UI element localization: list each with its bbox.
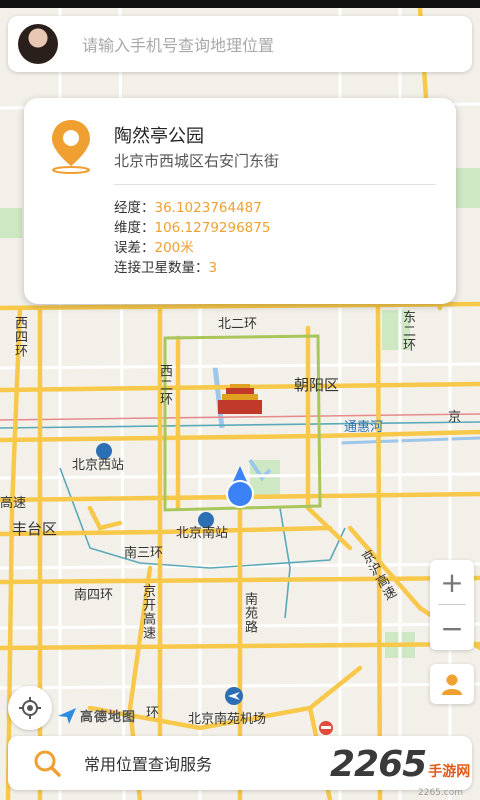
- satellites-label: 连接卫星数量：: [114, 260, 209, 276]
- frequent-location-label: 常用位置查询服务: [84, 755, 213, 774]
- water: [339, 436, 480, 445]
- current-location-marker: [226, 466, 254, 508]
- error-label: 误差：: [114, 240, 155, 256]
- park-area: [0, 208, 22, 238]
- map-label-nanyuanlu: 南苑路: [242, 592, 257, 634]
- status-bar: [0, 0, 480, 8]
- search-icon: [34, 750, 61, 777]
- map-label-fengtai: 丰台区: [12, 520, 58, 538]
- map-label-chaoyang: 朝阳区: [294, 376, 340, 394]
- map-label-dongerhuan: 东二环: [400, 310, 415, 352]
- error-row: 误差：200米: [114, 238, 270, 258]
- latitude-label: 维度：: [114, 220, 155, 236]
- map-label-beijingxi: 北京西站: [72, 458, 125, 473]
- place-name: 陶然亭公园: [114, 126, 204, 147]
- map-label-beijingnan: 北京南站: [176, 526, 229, 541]
- latitude-value: 106.1279296875: [154, 220, 271, 236]
- amap-logo-icon: [58, 707, 76, 724]
- map-label-jing: 京: [448, 410, 462, 425]
- search-input[interactable]: 请输入手机号查询地理位置: [82, 32, 274, 56]
- watermark-number: 2265: [330, 744, 427, 785]
- zoom-control: + −: [430, 560, 474, 650]
- detail-rows: 经度：36.1023764487 维度：106.1279296875 误差：20…: [114, 198, 270, 278]
- avatar[interactable]: [18, 24, 58, 64]
- location-pin-icon: [52, 120, 90, 174]
- site-watermark: 2265 手游网: [330, 744, 470, 785]
- map-label-huan: 环: [146, 706, 160, 721]
- map-logo-text: 高德地图: [80, 710, 137, 725]
- map-label-tonghuihe: 通惠河: [344, 420, 384, 435]
- watermark-domain: 2265.com: [418, 788, 463, 798]
- satellites-value: 3: [208, 260, 218, 276]
- user-button[interactable]: [430, 664, 474, 704]
- map-label-jingkai: 京开高速: [140, 584, 155, 640]
- map-label-beierhuan: 北二环: [218, 317, 258, 332]
- locate-me-button[interactable]: [8, 686, 52, 730]
- water: [212, 365, 225, 429]
- zoom-out-button[interactable]: −: [430, 606, 474, 650]
- divider: [114, 184, 436, 185]
- map-provider-logo: 高德地图: [58, 706, 136, 725]
- error-value: 200米: [154, 240, 194, 256]
- location-info-card: 陶然亭公园 北京市西城区右安门东街 经度：36.1023764487 维度：10…: [24, 98, 456, 304]
- zoom-divider: [438, 604, 466, 605]
- user-icon: [442, 674, 462, 695]
- map-label-nansanhuan: 南三环: [124, 546, 164, 561]
- latitude-row: 维度：106.1279296875: [114, 218, 270, 238]
- place-address: 北京市西城区右安门东街: [114, 152, 280, 170]
- map-label-gaosu: 高速: [0, 496, 27, 511]
- phone-search-bar[interactable]: 请输入手机号查询地理位置: [8, 16, 472, 72]
- watermark-text: 手游网: [428, 764, 471, 780]
- rail-line-red: [0, 413, 480, 421]
- map-label-xisihuan: 西四环: [12, 316, 27, 358]
- map-label-nanyuan-airport: 北京南苑机场: [188, 712, 267, 727]
- longitude-value: 36.1023764487: [154, 200, 262, 216]
- map-label-xierhuan: 西二环: [157, 364, 172, 406]
- zoom-in-button[interactable]: +: [430, 560, 474, 604]
- map-label-nansihuan: 南四环: [74, 588, 114, 603]
- satellites-row: 连接卫星数量：3: [114, 258, 270, 278]
- longitude-row: 经度：36.1023764487: [114, 198, 270, 218]
- crosshair-icon: [19, 697, 41, 719]
- longitude-label: 经度：: [114, 200, 155, 216]
